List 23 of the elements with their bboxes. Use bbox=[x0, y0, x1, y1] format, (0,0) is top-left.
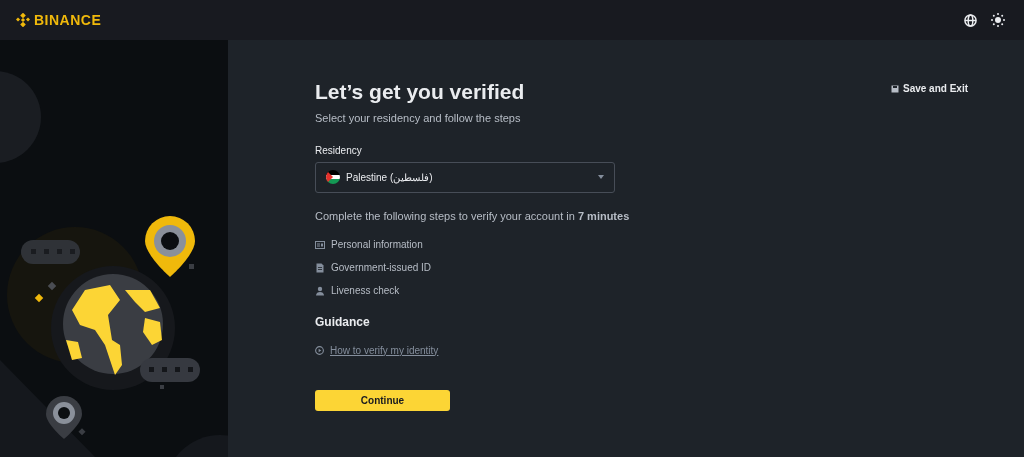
page-title: Let’s get you verified bbox=[315, 79, 526, 105]
step-label: Liveness check bbox=[331, 284, 400, 298]
play-circle-icon bbox=[315, 345, 324, 355]
save-and-exit-button[interactable]: Save and Exit bbox=[890, 81, 968, 96]
continue-button[interactable]: Continue bbox=[315, 389, 450, 411]
flag-icon bbox=[326, 170, 340, 184]
page-subtitle: Select your residency and follow the steps bbox=[315, 111, 522, 126]
guidance-link[interactable]: How to verify my identity bbox=[330, 342, 439, 358]
steps-intro: Complete the following steps to verify your account in 7 minutes bbox=[315, 208, 630, 224]
residency-label: Residency bbox=[315, 143, 363, 158]
step-label: Government-issued ID bbox=[331, 261, 432, 275]
caret-icon bbox=[598, 175, 604, 179]
document-icon bbox=[315, 262, 325, 273]
step-label: Personal information bbox=[331, 238, 423, 252]
person-icon bbox=[315, 285, 325, 296]
logo-icon bbox=[16, 13, 30, 27]
residency-select[interactable]: Palestine (فلسطين) bbox=[315, 161, 615, 193]
id-card-icon bbox=[315, 239, 325, 250]
globe-icon[interactable] bbox=[964, 13, 977, 27]
save-icon bbox=[890, 84, 899, 93]
guidance-title: Guidance bbox=[315, 313, 371, 331]
theme-sun-icon[interactable] bbox=[991, 13, 1005, 27]
binance-logo[interactable]: BINANCE bbox=[16, 9, 102, 31]
